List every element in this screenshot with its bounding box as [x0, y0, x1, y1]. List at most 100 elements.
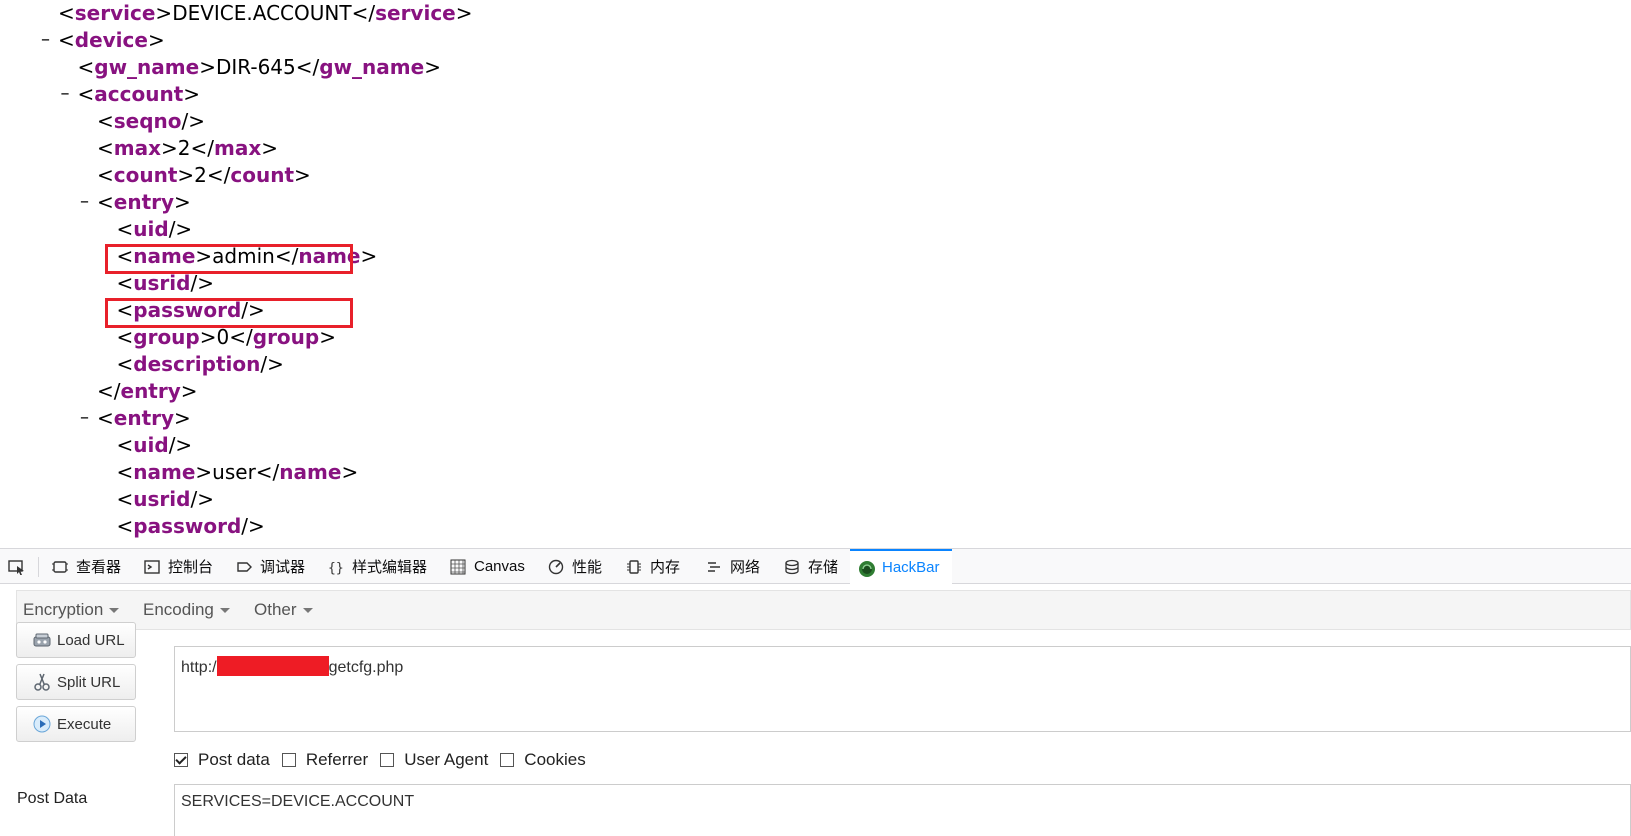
encoding-menu[interactable]: Encoding [143, 600, 230, 620]
tab-hackbar[interactable]: HackBar [850, 549, 952, 584]
bracket: < [116, 433, 134, 457]
bracket: > [177, 163, 195, 187]
tab-label: 网络 [730, 559, 761, 576]
post-data-value: SERVICES=DEVICE.ACCOUNT [181, 793, 415, 810]
referrer-checkbox[interactable] [281, 753, 296, 767]
caret-down-icon [219, 608, 230, 614]
encryption-menu[interactable]: Encryption [23, 600, 120, 620]
execute-label: Execute [57, 715, 112, 733]
tab-label: Canvas [474, 558, 525, 575]
collapse-toggle-icon[interactable]: – [80, 189, 89, 215]
load-url-label: Load URL [57, 631, 125, 649]
toolbar-separator [38, 557, 39, 577]
collapse-toggle-icon[interactable]: – [41, 27, 50, 53]
tag-name: service [375, 1, 456, 25]
tab-label: 调试器 [260, 559, 306, 576]
url-path: getcfg.php [328, 659, 404, 676]
tag-name: count [230, 163, 295, 187]
performance-icon [548, 559, 564, 575]
tag-name: group [252, 325, 320, 349]
tab-style-editor[interactable]: {} 样式编辑器 [328, 549, 427, 584]
caret-down-icon [109, 608, 120, 614]
caret-down-icon [302, 608, 313, 614]
xml-node-line: <uid/> [117, 216, 193, 242]
bracket: </ [351, 1, 376, 25]
tag-name: name [133, 460, 196, 484]
bracket: > [147, 28, 165, 52]
tab-performance[interactable]: 性能 [548, 549, 602, 584]
inspector-icon [52, 559, 68, 575]
tab-network[interactable]: 网络 [706, 549, 760, 584]
execute-button[interactable]: Execute [16, 706, 136, 742]
load-url-button[interactable]: Load URL [16, 622, 136, 658]
xml-node-line: <usrid/> [117, 486, 214, 512]
xml-node-line: <password/> [117, 513, 265, 539]
user-agent-checkbox[interactable] [380, 753, 395, 767]
other-menu[interactable]: Other [254, 600, 313, 620]
bracket: < [58, 28, 75, 52]
node-value: user [212, 460, 256, 484]
collapse-toggle-icon[interactable]: – [61, 81, 70, 107]
split-url-button[interactable]: Split URL [16, 664, 136, 700]
collapse-toggle-icon[interactable]: – [80, 405, 89, 431]
devtools-toolbar: 查看器 控制台 调试器 {} 样式编辑器 Canvas 性能 内存 网络 存储 HackBar [0, 548, 1631, 584]
load-url-icon [33, 631, 51, 649]
element-picker-button[interactable] [8, 549, 32, 584]
bracket: </ [97, 379, 121, 403]
xml-node-line: <max>2</max> [97, 135, 278, 161]
storage-icon [784, 559, 800, 575]
bracket: > [180, 379, 198, 403]
tab-console[interactable]: 控制台 [144, 549, 213, 584]
scissors-icon [33, 673, 51, 691]
bracket: /> [168, 217, 193, 241]
tab-inspector[interactable]: 查看器 [52, 549, 121, 584]
bracket: < [97, 136, 114, 160]
braces-icon: {} [328, 559, 344, 576]
tab-label: 控制台 [168, 559, 214, 576]
post-data-checkbox[interactable] [174, 753, 188, 767]
bracket: > [199, 55, 216, 79]
bracket: </ [206, 163, 231, 187]
bracket: < [97, 109, 114, 133]
tag-name: service [74, 1, 156, 25]
referrer-label: Referrer [305, 750, 369, 769]
hackbar-icon [858, 560, 875, 577]
bracket: < [77, 82, 95, 106]
cookies-label: Cookies [524, 750, 586, 769]
bracket: </ [255, 460, 280, 484]
tag-name: count [113, 163, 178, 187]
tag-name: uid [133, 433, 169, 457]
bracket: < [116, 514, 134, 538]
post-data-textarea[interactable]: SERVICES=DEVICE.ACCOUNT [174, 784, 1631, 836]
tab-debugger[interactable]: 调试器 [236, 549, 305, 584]
bracket: > [155, 1, 173, 25]
tag-name: device [74, 28, 148, 52]
bracket: < [97, 163, 114, 187]
xml-node-line: <device> [58, 27, 165, 53]
tab-storage[interactable]: 存储 [784, 549, 838, 584]
debugger-icon [236, 559, 252, 575]
xml-node-line: <gw_name>DIR-645</gw_name> [78, 54, 441, 80]
tag-name: group [133, 325, 200, 349]
options-row: Post data Referrer User Agent Cookies [174, 750, 598, 770]
node-value: 2 [177, 136, 191, 160]
tab-memory[interactable]: 内存 [626, 549, 680, 584]
bracket: < [116, 487, 134, 511]
bracket: /> [181, 109, 206, 133]
tag-name: entry [113, 190, 175, 214]
hackbar-panel: Encryption Encoding Other Load URL Split… [0, 584, 1631, 836]
tag-name: usrid [133, 487, 191, 511]
bracket: </ [295, 55, 320, 79]
bracket: > [341, 460, 359, 484]
bracket: < [116, 217, 134, 241]
play-icon [33, 715, 51, 733]
bracket: > [261, 136, 279, 160]
bracket: < [77, 55, 95, 79]
tag-name: description [133, 352, 261, 376]
bracket: < [116, 352, 134, 376]
tag-name: usrid [133, 271, 191, 295]
url-textarea[interactable]: http:/ getcfg.php [174, 646, 1631, 732]
cookies-checkbox[interactable] [500, 753, 515, 767]
bracket: < [97, 190, 114, 214]
tab-canvas[interactable]: Canvas [450, 549, 525, 584]
